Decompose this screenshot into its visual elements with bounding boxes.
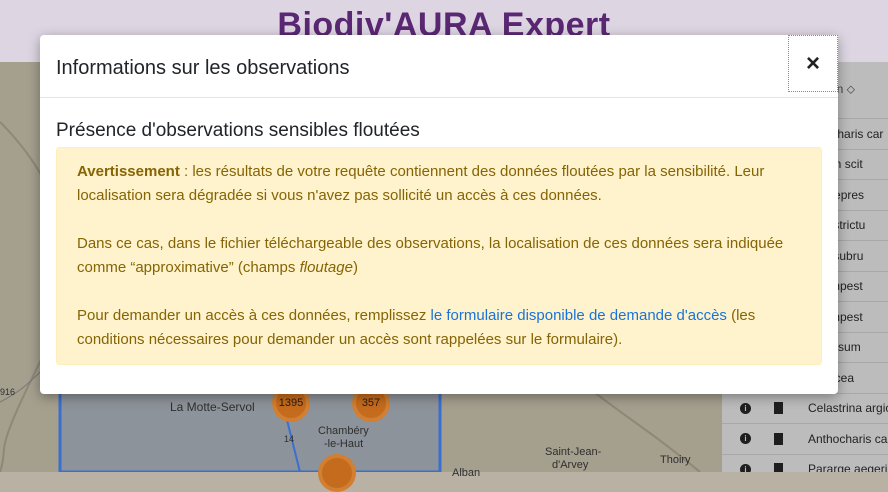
close-button[interactable]: × — [788, 35, 838, 92]
alert-paragraph-3: Pour demander un accès à ces données, re… — [77, 304, 801, 352]
observations-info-modal: Informations sur les observations × Prés… — [40, 35, 838, 394]
alert-emphasis: floutage — [299, 259, 353, 276]
modal-body: Présence d'observations sensibles flouté… — [56, 97, 822, 365]
alert-paragraph-1: Avertissement : les résultats de votre r… — [77, 160, 801, 208]
section-title: Présence d'observations sensibles flouté… — [56, 120, 420, 141]
modal-header: Informations sur les observations × — [40, 35, 838, 98]
access-request-form-link[interactable]: le formulaire disponible de demande d'ac… — [431, 307, 727, 324]
alert-paragraph-2: Dans ce cas, dans le fichier téléchargea… — [77, 232, 801, 280]
alert-text: Dans ce cas, dans le fichier téléchargea… — [77, 235, 784, 276]
close-icon: × — [805, 49, 820, 77]
alert-text: : les résultats de votre requête contien… — [77, 163, 765, 204]
modal-title: Informations sur les observations — [56, 57, 350, 79]
warning-alert: Avertissement : les résultats de votre r… — [56, 147, 822, 365]
alert-text: ) — [352, 259, 358, 276]
alert-strong: Avertissement — [77, 163, 180, 180]
alert-text: Pour demander un accès à ces données, re… — [77, 307, 431, 324]
